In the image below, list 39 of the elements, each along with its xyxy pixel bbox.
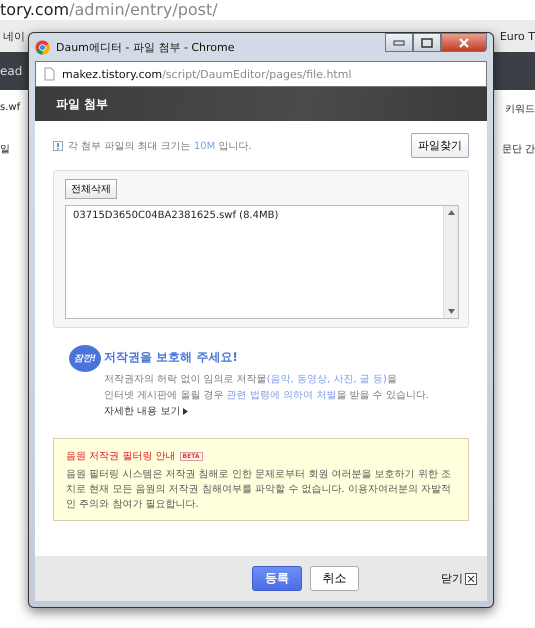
triangle-right-icon	[183, 408, 188, 414]
scrollbar[interactable]	[443, 206, 458, 318]
close-icon	[458, 38, 470, 48]
size-notice: 각 첨부 파일의 최대 크기는 10M 입니다.	[68, 140, 253, 152]
toolbar-label: ead	[0, 64, 22, 78]
page-icon	[44, 67, 55, 81]
minimize-button[interactable]	[385, 33, 413, 52]
register-button[interactable]: 등록	[252, 566, 302, 591]
window-title: Daum에디터 - 파일 첨부 - Chrome	[56, 40, 236, 54]
close-link[interactable]: 닫기	[441, 571, 477, 586]
editor-text: 일	[0, 143, 10, 157]
find-file-button[interactable]: 파일찾기	[411, 133, 469, 158]
editor-text: 문단 간	[502, 143, 535, 157]
browser-logo-icon	[35, 40, 50, 54]
speech-bubble-badge: 잠깐!	[69, 345, 101, 372]
close-icon	[465, 572, 477, 584]
editor-text: 키워드	[505, 103, 535, 117]
bookmark-link[interactable]: 네이	[3, 28, 25, 44]
close-button[interactable]	[441, 33, 487, 52]
copyright-text: 저작권자의 허락 없이 임의로 저작물(음악, 동영상, 사진, 글 등)을 인터넷 게시판에 올릴 경우 관련 법령에 의하여 처벌을 받을 수 있습니다.	[104, 373, 429, 403]
editor-text: s.wf	[0, 102, 20, 115]
info-icon	[53, 140, 63, 150]
bookmark-link[interactable]: Euro T	[500, 30, 535, 42]
scroll-up-icon[interactable]	[448, 210, 454, 215]
address-field[interactable]: makez.tistory.com/script/DaumEditor/pages/file.html	[35, 61, 487, 87]
dialog-title: 파일 첨부	[56, 96, 108, 112]
filter-title: 음원 저작권 필터링 안내	[66, 450, 176, 463]
file-list[interactable]: 03715D3650C04BA2381625.swf (8.4MB)	[65, 205, 459, 319]
page-url: tory.com/admin/entry/post/	[0, 0, 218, 19]
delete-all-button[interactable]: 전체삭제	[65, 179, 117, 199]
maximize-icon	[421, 38, 433, 48]
minimize-icon	[393, 40, 405, 46]
file-item[interactable]: 03715D3650C04BA2381625.swf (8.4MB)	[73, 210, 436, 221]
maximize-button[interactable]	[413, 33, 441, 52]
scroll-down-icon[interactable]	[448, 309, 454, 314]
cancel-button[interactable]: 취소	[310, 566, 359, 591]
details-link[interactable]: 자세한 내용 보기	[104, 404, 188, 418]
filter-text: 음원 필터링 시스템은 저작권 침해로 인한 문제로부터 회원 여러분을 보호하기 위한 조치로 현재 모든 음원의 저작권 침해여부를 파악할 수 없습니다. 이용자여러분의 자발적인 주의와 참여가 필요합니다.	[66, 468, 452, 512]
copyright-title: 저작권을 보호해 주세요!	[104, 349, 239, 366]
